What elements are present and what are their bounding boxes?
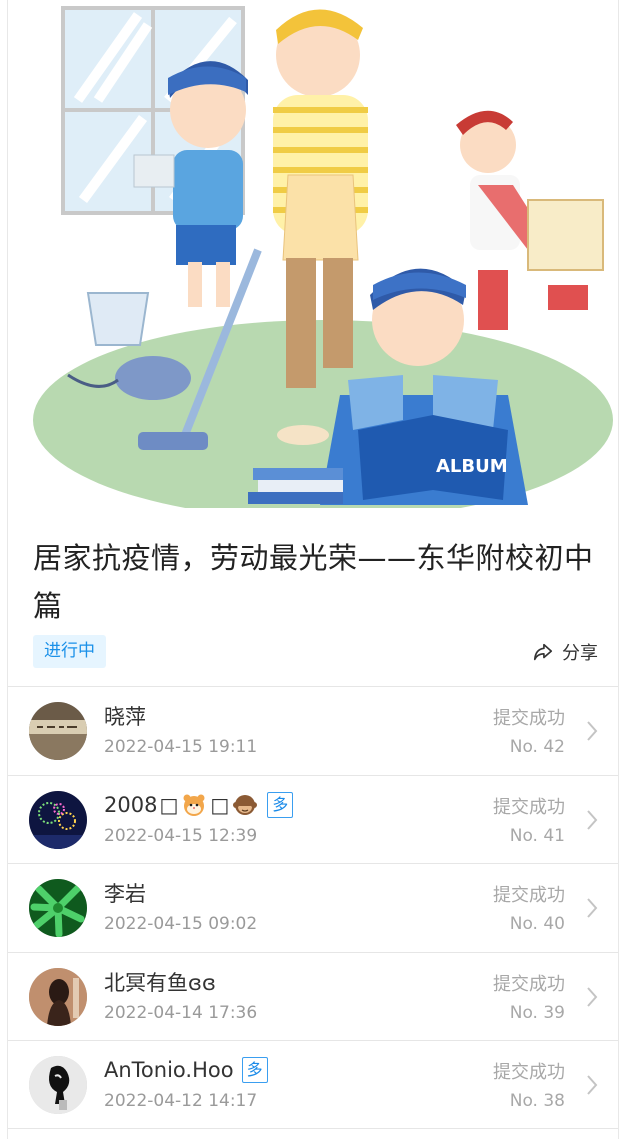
chevron-right-icon xyxy=(587,898,598,918)
submit-status: 提交成功 xyxy=(493,885,565,907)
list-item[interactable]: 李岩 2022-04-15 09:02 提交成功 No. 40 xyxy=(8,863,618,952)
submit-status: 提交成功 xyxy=(493,796,565,818)
activity-info: 居家抗疫情，劳动最光荣——东华附校初中篇 进行中 分享 xyxy=(8,508,618,686)
avatar xyxy=(29,790,87,849)
avatar xyxy=(29,702,87,760)
submit-time: 2022-04-15 19:11 xyxy=(104,737,258,757)
share-label: 分享 xyxy=(562,643,598,664)
multi-submission-badge: 多 xyxy=(241,1057,268,1084)
submit-status: 提交成功 xyxy=(493,708,565,729)
user-name: 北冥有鱼ɞɞ xyxy=(104,970,216,995)
avatar xyxy=(29,1056,87,1115)
hamster-face-icon xyxy=(183,794,205,816)
album-label: ALBUM xyxy=(436,456,508,477)
activity-cover-image: ALBUM xyxy=(8,0,618,508)
submit-time: 2022-04-12 14:17 xyxy=(104,1091,258,1112)
submit-status: 提交成功 xyxy=(493,973,565,995)
share-icon xyxy=(533,643,553,661)
user-name: 李岩 xyxy=(104,882,146,907)
page-frame: ALBUM 居家抗疫情，劳动最光荣——东华附校初中篇 进行中 分享 晓萍 202… xyxy=(7,0,619,1139)
user-name: 晓萍 xyxy=(104,705,146,729)
chevron-right-icon xyxy=(587,721,598,741)
share-button[interactable]: 分享 xyxy=(532,636,598,668)
user-name: 2008 xyxy=(104,792,158,817)
submit-time: 2022-04-15 09:02 xyxy=(104,914,258,935)
submission-number: No. 38 xyxy=(509,1091,565,1112)
unsupported-glyph: □ xyxy=(159,792,179,817)
chevron-right-icon xyxy=(587,1075,598,1096)
avatar xyxy=(29,879,87,938)
submission-number: No. 41 xyxy=(509,825,565,846)
chevron-right-icon xyxy=(587,809,598,830)
submit-time: 2022-04-14 17:36 xyxy=(104,1002,258,1023)
list-item[interactable]: 北冥有鱼ɞɞ 2022-04-14 17:36 提交成功 No. 39 xyxy=(8,951,618,1041)
unsupported-glyph: □ xyxy=(210,792,230,817)
see-no-evil-monkey-icon xyxy=(233,794,258,815)
chevron-right-icon xyxy=(587,987,598,1007)
list-item[interactable]: AnTonio.Hoo 多 2022-04-12 14:17 提交成功 No. … xyxy=(8,1040,618,1129)
avatar xyxy=(29,967,87,1026)
activity-title: 居家抗疫情，劳动最光荣——东华附校初中篇 xyxy=(33,541,594,623)
list-item[interactable]: 2008 □ □ 多 2022-04-15 12:39 提交成功 No. 41 xyxy=(8,774,618,864)
submit-time: 2022-04-15 12:39 xyxy=(104,825,258,846)
submission-number: No. 39 xyxy=(509,1002,565,1023)
user-name: AnTonio.Hoo xyxy=(104,1058,234,1083)
multi-submission-badge: 多 xyxy=(267,791,294,818)
list-item[interactable]: 晓萍 2022-04-15 19:11 提交成功 No. 42 xyxy=(8,686,618,775)
submission-number: No. 40 xyxy=(509,914,565,935)
status-badge: 进行中 xyxy=(33,635,106,668)
submit-status: 提交成功 xyxy=(493,1062,565,1084)
submission-number: No. 42 xyxy=(509,737,565,757)
submission-list: 晓萍 2022-04-15 19:11 提交成功 No. 42 2008 □ □… xyxy=(8,686,618,1129)
